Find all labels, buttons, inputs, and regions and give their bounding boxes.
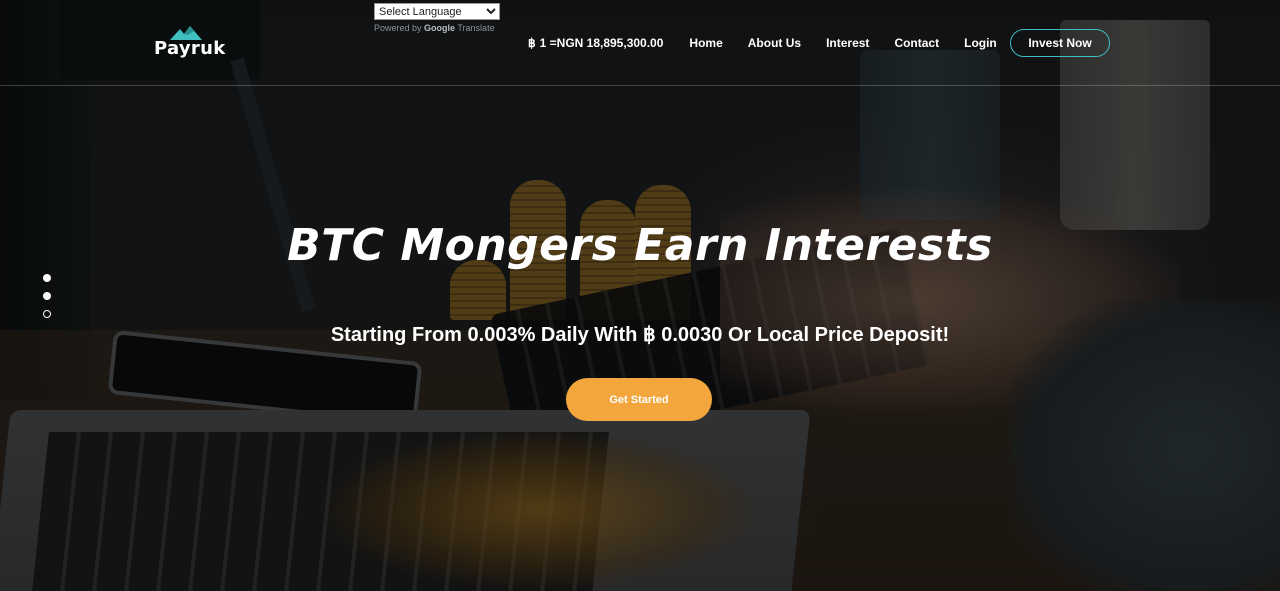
nav-about-us[interactable]: About Us	[748, 36, 801, 50]
btc-price-text: 1 =NGN 18,895,300.00	[539, 36, 664, 50]
hero-subtitle: Starting From 0.003% Daily With ฿ 0.0030…	[330, 324, 950, 346]
hero-title: BTC Mongers Earn Interests	[287, 220, 993, 271]
google-logo[interactable]: Google	[424, 23, 455, 33]
invest-now-button[interactable]: Invest Now	[1010, 29, 1110, 57]
powered-by-google-translate: Powered by Google Translate	[374, 23, 495, 33]
language-select[interactable]: Select Language	[374, 3, 500, 20]
main-nav: ฿ 1 =NGN 18,895,300.00 Home About Us Int…	[528, 35, 997, 51]
nav-contact[interactable]: Contact	[894, 36, 939, 50]
slider-dots	[43, 274, 53, 328]
slider-dot-2[interactable]	[43, 292, 51, 300]
translate-link[interactable]: Translate	[457, 23, 494, 33]
slider-dot-3[interactable]	[43, 310, 51, 318]
site-header: Payruk Select Language Powered by Google…	[0, 0, 1280, 86]
nav-interest[interactable]: Interest	[826, 36, 869, 50]
hero-overlay	[0, 0, 1280, 591]
nav-login[interactable]: Login	[964, 36, 997, 50]
logo[interactable]: Payruk	[154, 26, 225, 60]
get-started-button[interactable]: Get Started	[566, 378, 712, 421]
bitcoin-icon: ฿	[528, 36, 536, 50]
logo-text: Payruk	[154, 38, 226, 59]
btc-price: ฿ 1 =NGN 18,895,300.00	[528, 36, 663, 50]
slider-dot-1[interactable]	[43, 274, 51, 282]
nav-home[interactable]: Home	[689, 36, 722, 50]
powered-by-prefix: Powered by	[374, 23, 422, 33]
